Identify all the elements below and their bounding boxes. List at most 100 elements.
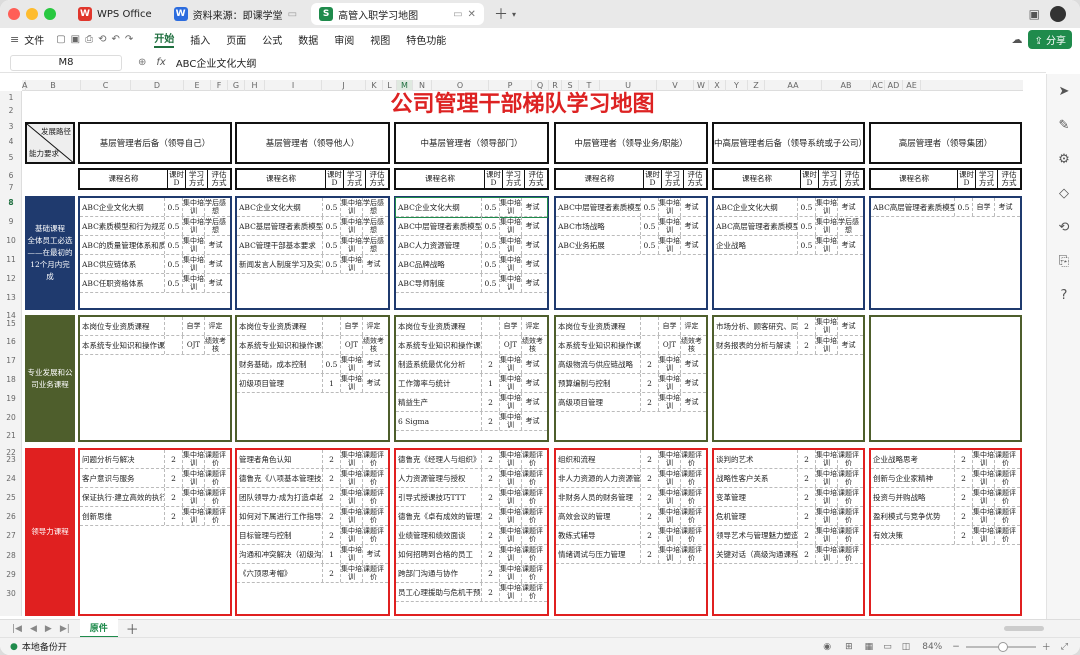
course-row[interactable]: 变革管理 2 集中培训 课题评价: [714, 488, 863, 507]
course-row[interactable]: ABC业务拓展 0.5 集中培训 考试: [556, 236, 706, 255]
new-tab-icon[interactable]: ＋: [494, 4, 508, 24]
row-header[interactable]: 27: [0, 531, 22, 540]
share-tab-icon[interactable]: ▭: [288, 9, 297, 20]
course-row[interactable]: 危机管理 2 集中培训 课题评价: [714, 507, 863, 526]
row-header[interactable]: 25: [0, 493, 22, 502]
course-row[interactable]: 本岗位专业资质课程 自学 评定: [80, 317, 230, 336]
course-row[interactable]: ABC的质量管理体系和质量意识0.5集中培训考试: [80, 236, 230, 255]
course-row[interactable]: 谈判的艺术 2 集中培训 课题评价: [714, 450, 863, 469]
course-row[interactable]: 高级物流与供应链战略 2 集中培训 考试: [556, 355, 706, 374]
course-row[interactable]: 管理者角色认知 2 集中培训 课题评价: [237, 450, 388, 469]
column-header[interactable]: AD: [885, 80, 903, 91]
column-header[interactable]: M: [397, 80, 413, 91]
grid-icon[interactable]: ⊞: [845, 642, 853, 652]
course-row[interactable]: 企业战略思考 2 集中培训 课题评价: [871, 450, 1020, 469]
course-row[interactable]: ABC企业文化大纲 0.5 集中培训 学后感想: [80, 198, 230, 217]
quick-access-icons[interactable]: ▢▣⎙⟲↶↷: [56, 34, 138, 45]
level-header[interactable]: 高层管理者（领导集团）: [869, 122, 1022, 164]
course-row[interactable]: ABC素质模型和行为规范 0.5 集中培训 学后感想: [80, 217, 230, 236]
course-row[interactable]: ABC供应链体系 0.5 集中培训 考试: [80, 255, 230, 274]
column-header[interactable]: L: [383, 80, 397, 91]
backup-status-text[interactable]: 本地备份开: [22, 640, 67, 653]
course-row[interactable]: 有效决策 2 集中培训 课题评价: [871, 526, 1020, 545]
zoom-in-icon[interactable]: ＋: [1042, 640, 1051, 653]
course-row[interactable]: ABC中层管理者素质模型 0.5 集中培训 考试: [396, 217, 547, 236]
column-header[interactable]: Z: [748, 80, 765, 91]
course-row[interactable]: 6 Sigma 2 集中培训 考试: [396, 412, 547, 431]
history-icon[interactable]: ⟲: [1047, 210, 1080, 244]
course-row[interactable]: 本系统专业知识和操作课程 OJT 绩效考核: [80, 336, 230, 355]
row-header[interactable]: 1: [0, 93, 22, 102]
column-header[interactable]: AC: [871, 80, 885, 91]
course-row[interactable]: 战略性客户关系 2 集中培训 课题评价: [714, 469, 863, 488]
course-row[interactable]: 企业战略 0.5 集中培训 考试: [714, 236, 863, 255]
column-header[interactable]: J: [322, 80, 366, 91]
course-row[interactable]: 沟通和冲突解决（初级沟通课程）1集中培训考试: [237, 545, 388, 564]
course-row[interactable]: 本岗位专业资质课程 自学 评定: [237, 317, 388, 336]
row-header[interactable]: 13: [0, 293, 22, 302]
row-header[interactable]: 15: [0, 319, 22, 328]
close-tab-icon[interactable]: ✕: [468, 9, 476, 20]
minimize-window-button[interactable]: [26, 8, 38, 20]
name-box[interactable]: M8: [10, 54, 122, 71]
close-window-button[interactable]: [8, 8, 20, 20]
zoom-percent[interactable]: 84%: [922, 642, 942, 652]
course-row[interactable]: ABC高层管理者素质模型 0.5 集中培训 学后感想: [714, 217, 863, 236]
row-header[interactable]: 2: [0, 106, 22, 115]
row-header[interactable]: 7: [0, 183, 22, 192]
prev-sheet-icon[interactable]: ◀: [30, 624, 37, 634]
row-header[interactable]: 6: [0, 171, 22, 180]
course-row[interactable]: 如何招聘到合格的员工 2 集中培训 课题评价: [396, 545, 547, 564]
course-row[interactable]: 创新思维 2 集中培训 课题评价: [80, 507, 230, 526]
row-header[interactable]: 11: [0, 255, 22, 264]
course-row[interactable]: 领导艺术与管理魅力塑造 2 集中培训 课题评价: [714, 526, 863, 545]
course-row[interactable]: 德鲁克《卓有成效的管理者》2集中培训课题评价: [396, 507, 547, 526]
tab-features[interactable]: 特色功能: [406, 32, 446, 47]
course-row[interactable]: 本岗位专业资质课程 自学 评定: [556, 317, 706, 336]
course-row[interactable]: 业绩管理和绩效面谈 2 集中培训 课题评价: [396, 526, 547, 545]
course-row[interactable]: 初级项目管理 1 集中培训 考试: [237, 374, 388, 393]
row-header[interactable]: 23: [0, 455, 22, 464]
share-button[interactable]: ⇪ 分享: [1028, 29, 1072, 49]
column-header[interactable]: AE: [903, 80, 921, 91]
layout-icon[interactable]: ▣: [1029, 7, 1040, 21]
row-header[interactable]: 21: [0, 431, 22, 440]
column-header[interactable]: V: [657, 80, 694, 91]
course-row[interactable]: ABC企业文化大纲 0.5 集中培训 学后感想: [237, 198, 388, 217]
row-header[interactable]: 3: [0, 122, 22, 131]
course-row[interactable]: 人力资源管理与授权 2 集中培训 课题评价: [396, 469, 547, 488]
zoom-out-icon[interactable]: −: [952, 642, 960, 652]
course-row[interactable]: ABC人力资源管理 0.5 集中培训 考试: [396, 236, 547, 255]
course-row[interactable]: 非人力资源的人力资源管理 2 集中培训 课题评价: [556, 469, 706, 488]
course-row[interactable]: 财务基础，成本控制 0.5 集中培训 考试: [237, 355, 388, 374]
course-row[interactable]: ABC中层管理者素质模型 0.5 集中培训 考试: [556, 198, 706, 217]
normal-view-icon[interactable]: ▦: [865, 642, 874, 652]
course-row[interactable]: ABC高层管理者素质模型 0.5 自学 考试: [871, 198, 1020, 217]
page-view-icon[interactable]: ▭: [883, 642, 892, 652]
row-header[interactable]: 5: [0, 153, 22, 162]
course-row[interactable]: 关键对话（高级沟通课程） 2 集中培训 课题评价: [714, 545, 863, 564]
course-row[interactable]: 本系统专业知识和操作课程 OJT 绩效考核: [556, 336, 706, 355]
zoom-slider-thumb[interactable]: [997, 641, 1008, 652]
tab-formula[interactable]: 公式: [262, 32, 282, 47]
course-row[interactable]: 德鲁克《经理人与组织》－为企业打造合格的职业经理2集中培训课题评价: [396, 450, 547, 469]
row-header[interactable]: 12: [0, 274, 22, 283]
eye-icon[interactable]: ◉: [823, 642, 831, 652]
first-sheet-icon[interactable]: |◀: [12, 624, 22, 634]
share-icon[interactable]: ⎘: [1047, 244, 1080, 278]
course-row[interactable]: 《六顶思考帽》 2 集中培训 课题评价: [237, 564, 388, 583]
course-row[interactable]: 创新与企业家精神 2 集中培训 课题评价: [871, 469, 1020, 488]
shape-icon[interactable]: ◇: [1047, 176, 1080, 210]
horizontal-scrollbar[interactable]: [1004, 626, 1044, 631]
course-row[interactable]: 制造系统最优化分析 2 集中培训 考试: [396, 355, 547, 374]
tab-view[interactable]: 视图: [370, 32, 390, 47]
course-row[interactable]: 德鲁克《八项基本管理技能》2集中培训课题评价: [237, 469, 388, 488]
row-header[interactable]: 17: [0, 356, 22, 365]
column-header[interactable]: N: [413, 80, 432, 91]
corner-header-cell[interactable]: 发展路径 能力要求: [25, 122, 75, 164]
course-row[interactable]: 财务报表的分析与解读 2 集中培训 考试: [714, 336, 863, 355]
row-header[interactable]: 8: [0, 198, 22, 207]
course-row[interactable]: 市场分析、顾客研究、同行业2集中培训考试: [714, 317, 863, 336]
tab-page[interactable]: 页面: [226, 32, 246, 47]
column-header[interactable]: B: [26, 80, 81, 91]
